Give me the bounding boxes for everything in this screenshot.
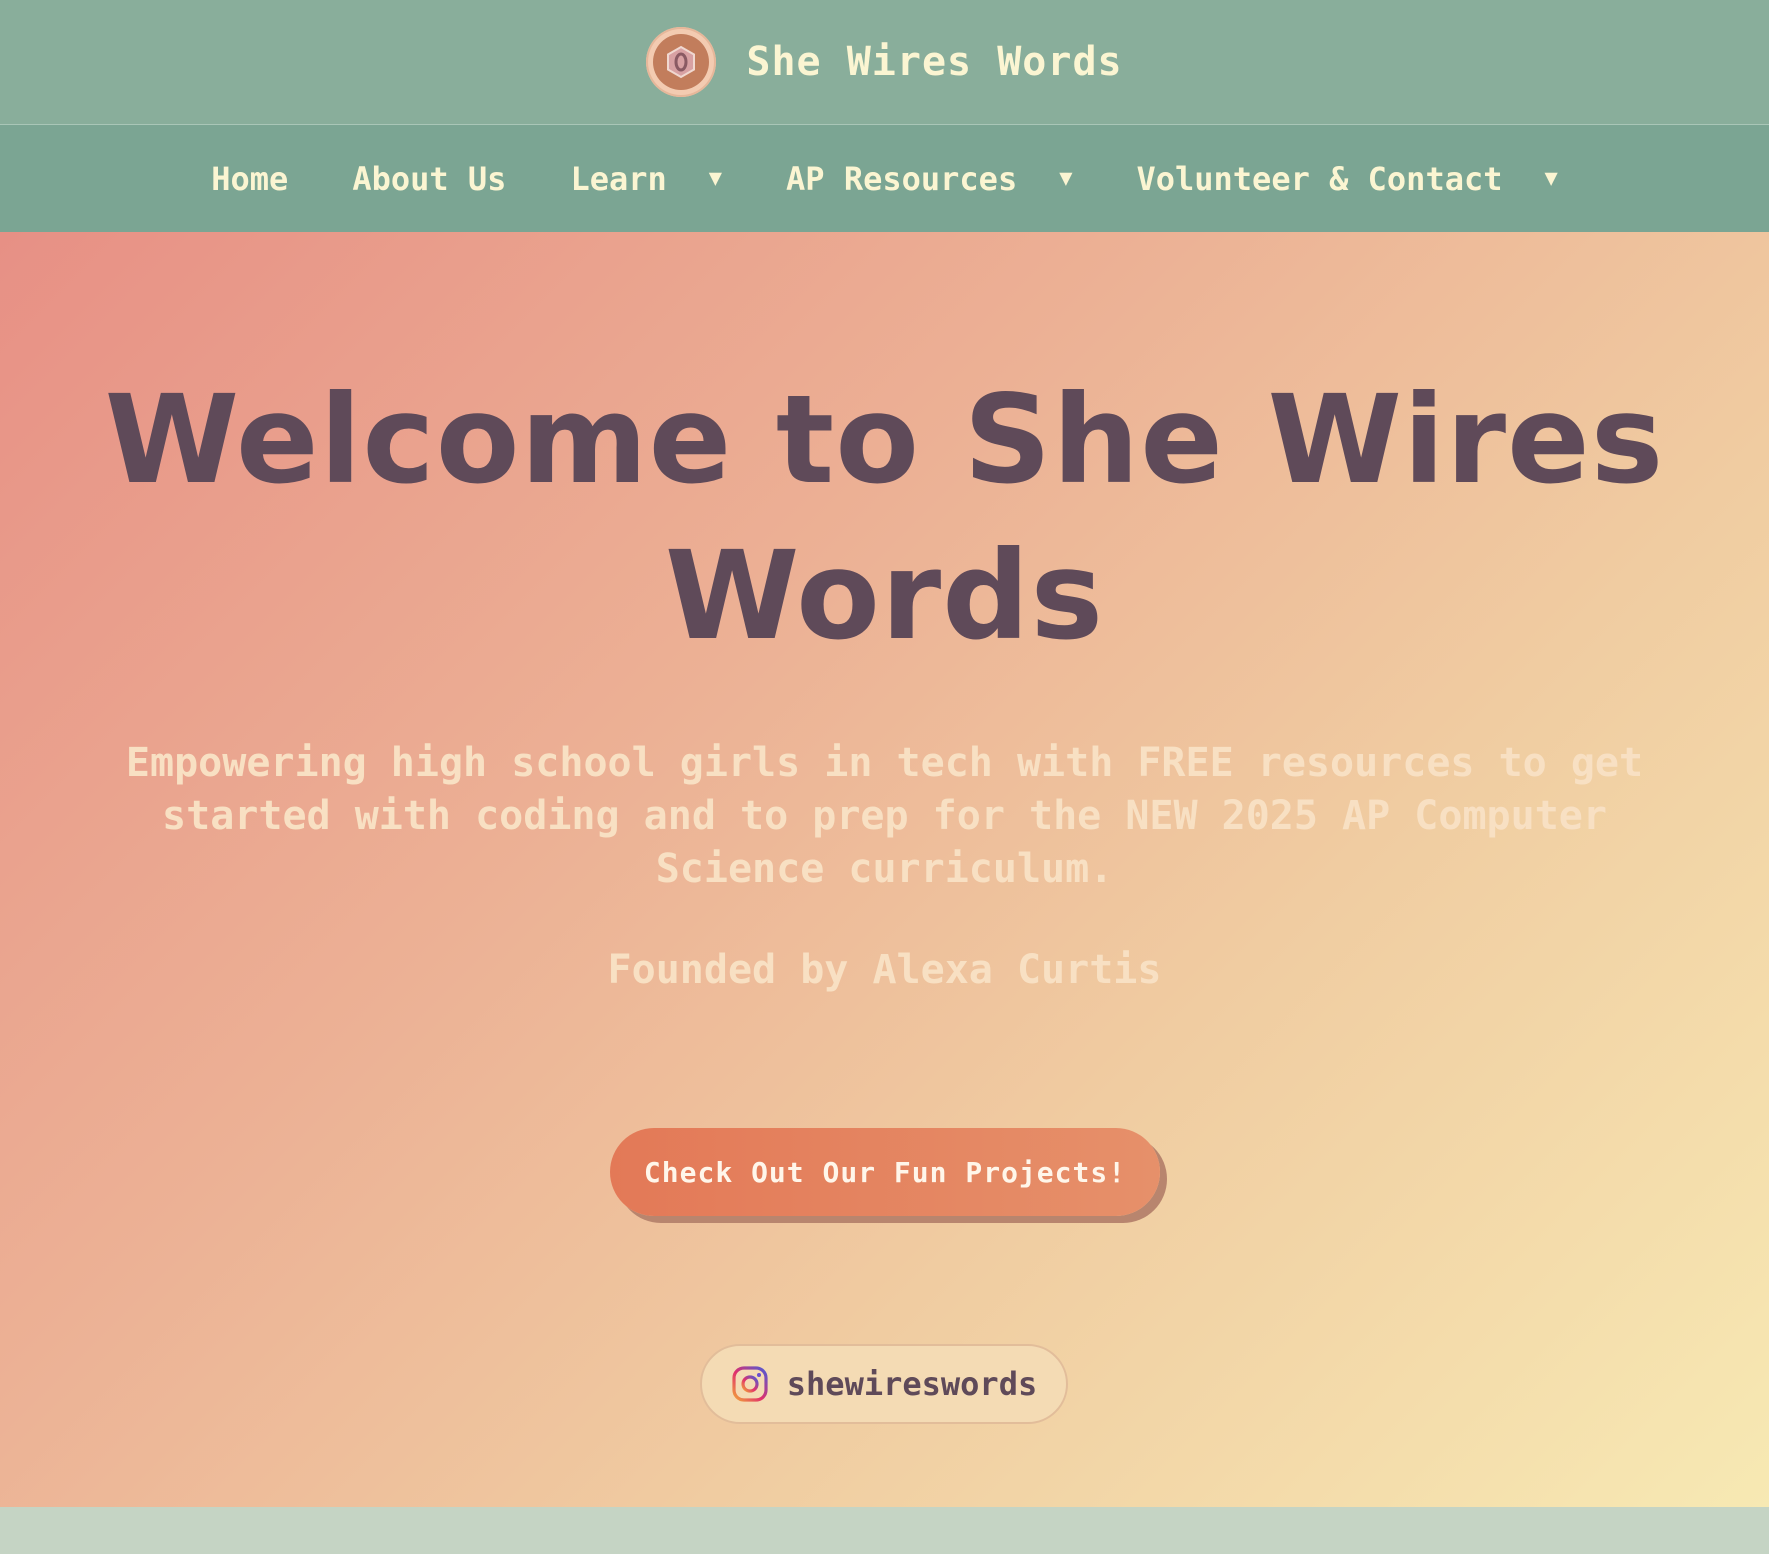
site-header: She Wires Words: [0, 0, 1769, 125]
nav-item-volunteer-contact[interactable]: Volunteer & Contact ▼: [1136, 160, 1557, 198]
nav-item-label: Home: [211, 159, 289, 198]
hero-tagline: Empowering high school girls in tech wit…: [125, 740, 1644, 892]
nav-item-learn[interactable]: Learn ▼: [570, 160, 722, 198]
instagram-link[interactable]: shewireswords: [700, 1344, 1068, 1424]
hero-title-line-1: Welcome to She Wires: [104, 369, 1665, 511]
brand-home-link[interactable]: She Wires Words: [646, 27, 1122, 97]
caret-down-icon[interactable]: ▼: [1545, 167, 1558, 190]
nav-item-home[interactable]: Home: [211, 160, 288, 198]
instagram-icon: [732, 1366, 768, 1402]
caret-down-icon[interactable]: ▼: [1059, 167, 1072, 190]
hero-section: Welcome to She Wires Words Empowering hi…: [0, 232, 1769, 1507]
hex-nut-logo-icon: [646, 27, 717, 97]
main-nav: Home About Us Learn ▼ AP Resources ▼ Vol…: [0, 125, 1769, 232]
nav-item-about-us[interactable]: About Us: [352, 160, 506, 198]
site-title: She Wires Words: [746, 39, 1123, 85]
caret-down-icon[interactable]: ▼: [709, 167, 722, 190]
instagram-handle: shewireswords: [786, 1365, 1038, 1403]
nav-item-label: Volunteer & Contact: [1136, 159, 1503, 198]
nav-item-label: Learn: [570, 159, 667, 198]
nav-item-ap-resources[interactable]: AP Resources ▼: [786, 160, 1072, 198]
nav-item-label: About Us: [352, 159, 507, 198]
nav-item-label: AP Resources: [786, 159, 1018, 198]
hero-title: Welcome to She Wires Words: [0, 362, 1769, 674]
founder-credit: Founded by Alexa Curtis: [607, 947, 1162, 993]
hero-title-line-2: Words: [664, 525, 1105, 667]
projects-cta-button[interactable]: Check Out Our Fun Projects!: [610, 1128, 1160, 1216]
